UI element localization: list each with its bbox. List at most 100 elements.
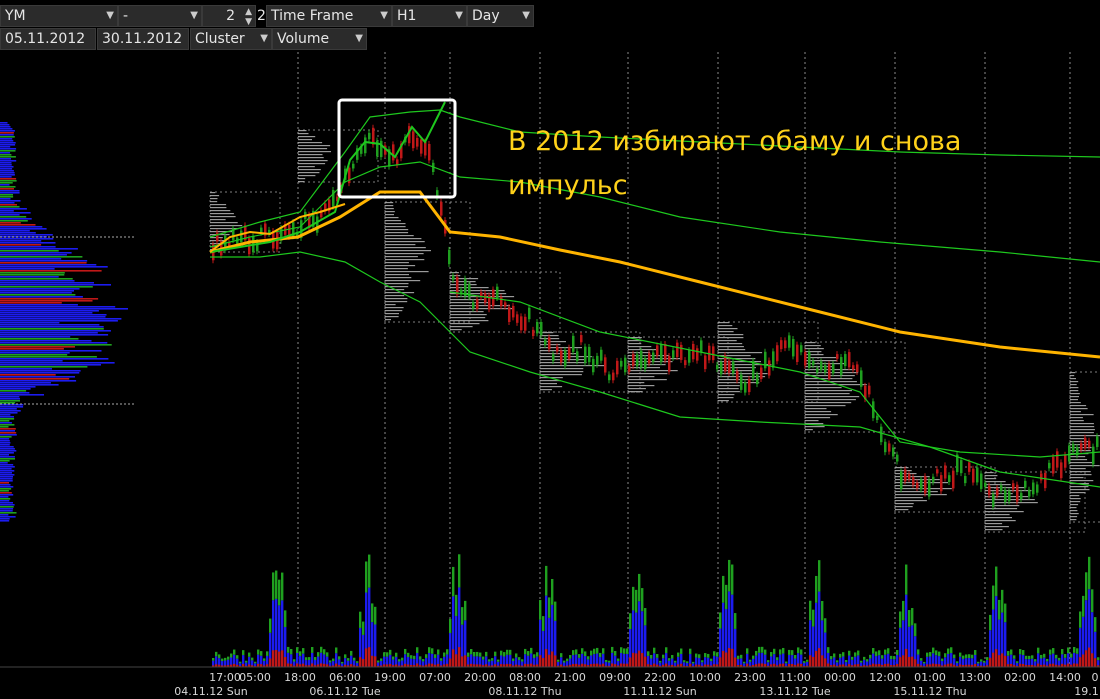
profile-bar — [0, 126, 11, 128]
date-to-input[interactable]: 30.11.2012 — [97, 28, 189, 50]
volume-bar-green — [383, 652, 386, 657]
volume-bar-green — [338, 656, 341, 660]
volume-bar-green — [269, 618, 272, 633]
profile-bar — [0, 222, 21, 224]
profile-bar — [0, 506, 14, 508]
cluster-row — [718, 397, 734, 399]
cluster-row — [298, 151, 331, 153]
volume-bar-green — [596, 647, 599, 654]
timeframe-select[interactable]: Time Frame ▼ — [266, 5, 392, 27]
volume-bar-green — [1001, 589, 1004, 613]
profile-bar — [0, 270, 102, 272]
volume-bar-green — [719, 612, 722, 629]
spinner-input[interactable]: 2 ▲ ▼ — [202, 5, 256, 27]
symbol-select[interactable]: YM ▼ — [0, 5, 118, 27]
candle-body — [584, 346, 587, 363]
candle-body — [980, 473, 983, 489]
cluster-row — [718, 367, 756, 369]
profile-bar — [0, 200, 21, 202]
profile-bar — [0, 354, 68, 356]
volume-bar-green — [266, 651, 269, 656]
volume-bar-red — [914, 659, 917, 667]
volume-bar-green — [632, 586, 635, 611]
volume-bar-red — [989, 657, 992, 667]
candle-body — [368, 132, 371, 140]
profile-bar — [0, 426, 9, 428]
cluster-row — [210, 219, 226, 221]
cluster-chart-area[interactable]: В 2012 избирают обаму и снова импульс 17… — [0, 52, 1100, 699]
volume-bar-red — [632, 652, 635, 667]
profile-bar — [0, 510, 13, 512]
volume-bar-red — [950, 663, 953, 667]
cluster-row — [385, 232, 409, 234]
volume-bar-green — [1004, 603, 1007, 623]
price-chart-svg[interactable]: В 2012 избирают обаму и снова импульс 17… — [0, 52, 1100, 699]
profile-bar — [0, 320, 118, 322]
volume-bar-red — [992, 652, 995, 667]
candle-body — [940, 475, 943, 492]
candle-body — [936, 469, 939, 474]
dash-select[interactable]: - ▼ — [118, 5, 202, 27]
volume-bar-green — [380, 658, 383, 661]
chart-mode-select[interactable]: Cluster ▼ — [190, 28, 272, 50]
cluster-row — [1070, 396, 1079, 398]
volume-bar-green — [629, 613, 632, 630]
volume-bar-green — [251, 657, 254, 661]
timeframe-value-select[interactable]: H1 ▼ — [392, 5, 467, 27]
candle-body — [704, 355, 707, 370]
volume-bar-green — [968, 654, 971, 658]
cluster-row — [298, 178, 306, 180]
dropdown-arrow-icon: ▼ — [106, 10, 114, 21]
candle-body — [884, 441, 887, 453]
profile-bar — [0, 260, 88, 262]
cluster-row — [1070, 489, 1090, 491]
candle-body — [504, 302, 507, 307]
volume-bar-green — [1058, 657, 1061, 661]
volume-bar-green — [938, 651, 941, 657]
cluster-row — [210, 225, 243, 227]
profile-bar — [0, 180, 17, 182]
candle-body — [364, 137, 367, 154]
cluster-row — [1070, 459, 1088, 461]
chart-metric-select[interactable]: Volume ▼ — [272, 28, 367, 50]
date-tick-label: 04.11.12 Sun — [174, 685, 247, 698]
dropdown-arrow-icon: ▼ — [522, 10, 530, 21]
candle-body — [660, 344, 663, 362]
candle-body — [572, 335, 575, 352]
volume-bar-green — [446, 649, 449, 655]
cluster-row — [1070, 399, 1078, 401]
profile-bar — [0, 224, 36, 226]
volume-bar-green — [704, 653, 707, 658]
cluster-row — [805, 351, 822, 353]
timeframe-value: H1 — [397, 8, 417, 24]
volume-bar-green — [614, 651, 617, 656]
volume-bar-red — [821, 655, 824, 667]
time-tick-label: 05:00 — [239, 671, 271, 684]
candle-body — [1024, 480, 1027, 488]
cluster-row — [385, 274, 409, 276]
volume-bar-red — [758, 663, 761, 667]
volume-bar-green — [236, 655, 239, 659]
cluster-row — [718, 388, 739, 390]
candle-body — [928, 480, 931, 497]
volume-bar-red — [818, 648, 821, 667]
volume-bar-green — [815, 575, 818, 603]
cluster-row — [385, 211, 395, 213]
date-from-input[interactable]: 05.11.2012 — [0, 28, 96, 50]
volume-bar-green — [356, 661, 359, 663]
spinner-arrows-icon[interactable]: ▲ ▼ — [245, 7, 252, 26]
volume-bar-green — [584, 651, 587, 657]
volume-bar-green — [578, 654, 581, 658]
candle-body — [736, 371, 739, 381]
cluster-row — [895, 500, 927, 502]
volume-bar-green — [980, 659, 983, 662]
profile-bar — [0, 338, 79, 340]
cluster-row — [1070, 414, 1094, 416]
cluster-row — [718, 328, 738, 330]
profile-bar — [0, 384, 59, 386]
candle-body — [632, 353, 635, 367]
candle-body — [496, 286, 499, 298]
vwap-line — [209, 190, 1100, 359]
volume-bar-green — [752, 655, 755, 659]
period-select[interactable]: Day ▼ — [467, 5, 534, 27]
